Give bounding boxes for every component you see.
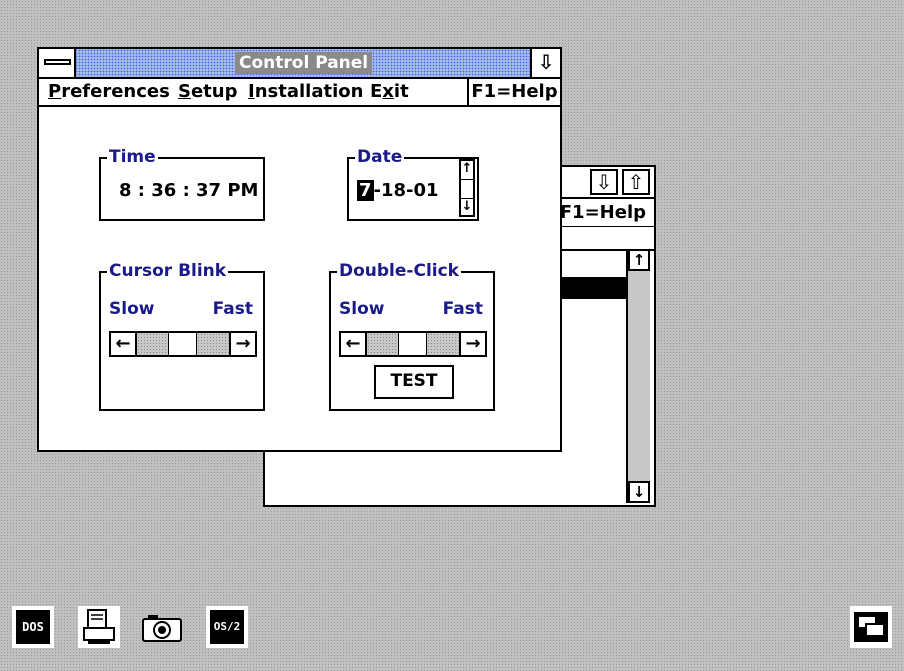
camera-graphic — [142, 615, 182, 642]
spin-thumb — [461, 179, 473, 199]
slider-track[interactable] — [367, 333, 399, 355]
maximize-arrow-icon[interactable]: ⇧ — [622, 169, 650, 195]
menu-label: etup — [190, 81, 238, 102]
menu-mnemonic: P — [48, 81, 62, 102]
window-switch-graphic — [854, 612, 888, 642]
cursor-blink-slider[interactable]: ← → — [109, 331, 257, 357]
menu-label: references — [61, 81, 170, 102]
spin-down-icon[interactable]: ↓ — [461, 199, 473, 215]
window-switch-icon[interactable] — [850, 606, 892, 648]
menubar: Preferences Setup Installation Exit F1=H… — [39, 79, 560, 107]
menu-label: nstallation — [254, 81, 364, 102]
printer-icon[interactable] — [78, 606, 120, 648]
fast-label: Fast — [442, 299, 483, 319]
dos-icon[interactable]: DOS — [12, 606, 54, 648]
menu-preferences[interactable]: Preferences — [48, 79, 170, 105]
menu-mnemonic: I — [248, 81, 255, 102]
left-arrow-icon[interactable]: ← — [111, 333, 137, 355]
slow-label: Slow — [109, 299, 155, 319]
minimize-arrow-icon[interactable]: ⇩ — [530, 49, 560, 77]
menu-installation[interactable]: Installation — [248, 79, 363, 105]
slider-track[interactable] — [137, 333, 169, 355]
titlebar[interactable]: Control Panel ⇩ — [39, 49, 560, 79]
menu-setup[interactable]: Setup — [178, 79, 237, 105]
slow-label: Slow — [339, 299, 385, 319]
scroll-up-icon[interactable]: ↑ — [628, 249, 650, 271]
menu-label: E — [370, 81, 383, 102]
scroll-down-icon[interactable]: ↓ — [628, 481, 650, 503]
time-value[interactable]: 8 : 36 : 37 PM — [119, 180, 258, 201]
system-menu-button[interactable] — [39, 49, 76, 77]
vertical-scrollbar[interactable]: ↑ ↓ — [626, 249, 650, 503]
date-value[interactable]: 7 -18-01 — [357, 180, 439, 201]
time-label: Time — [107, 146, 158, 168]
right-arrow-icon[interactable]: → — [459, 333, 485, 355]
slider-thumb[interactable] — [399, 333, 427, 355]
test-button[interactable]: TEST — [374, 365, 454, 399]
printer-graphic — [83, 609, 115, 644]
background-help-label[interactable]: F1=Help — [560, 202, 646, 223]
system-menu-icon — [44, 59, 71, 65]
double-click-label: Double-Click — [337, 260, 461, 282]
menu-label: it — [393, 81, 409, 102]
help-menu[interactable]: F1=Help — [467, 79, 560, 105]
menu-mnemonic: S — [178, 81, 191, 102]
fast-label: Fast — [212, 299, 253, 319]
time-group: Time 8 : 36 : 37 PM — [99, 146, 265, 221]
slider-track[interactable] — [427, 333, 459, 355]
control-panel-window[interactable]: Control Panel ⇩ Preferences Setup Instal… — [37, 47, 562, 452]
os2-icon[interactable]: OS/2 — [206, 606, 248, 648]
date-spinner[interactable]: ↑ ↓ — [459, 159, 475, 217]
spin-up-icon[interactable]: ↑ — [461, 161, 473, 177]
camera-icon[interactable] — [140, 610, 182, 652]
double-click-group: Double-Click Slow Fast ← → TEST — [329, 260, 495, 411]
window-title: Control Panel — [235, 52, 373, 74]
double-click-slider[interactable]: ← → — [339, 331, 487, 357]
date-rest: -18-01 — [373, 180, 439, 201]
slider-track[interactable] — [197, 333, 229, 355]
menu-exit[interactable]: Exit — [370, 79, 409, 105]
cursor-blink-label: Cursor Blink — [107, 260, 229, 282]
date-month-field[interactable]: 7 — [357, 180, 374, 201]
menu-mnemonic: x — [382, 81, 394, 102]
right-arrow-icon[interactable]: → — [229, 333, 255, 355]
slider-thumb[interactable] — [169, 333, 197, 355]
left-arrow-icon[interactable]: ← — [341, 333, 367, 355]
minimize-arrow-icon[interactable]: ⇩ — [590, 169, 618, 195]
dos-icon-label: DOS — [16, 610, 50, 644]
date-label: Date — [355, 146, 405, 168]
cursor-blink-group: Cursor Blink Slow Fast ← → — [99, 260, 265, 411]
os2-icon-label: OS/2 — [210, 610, 244, 644]
